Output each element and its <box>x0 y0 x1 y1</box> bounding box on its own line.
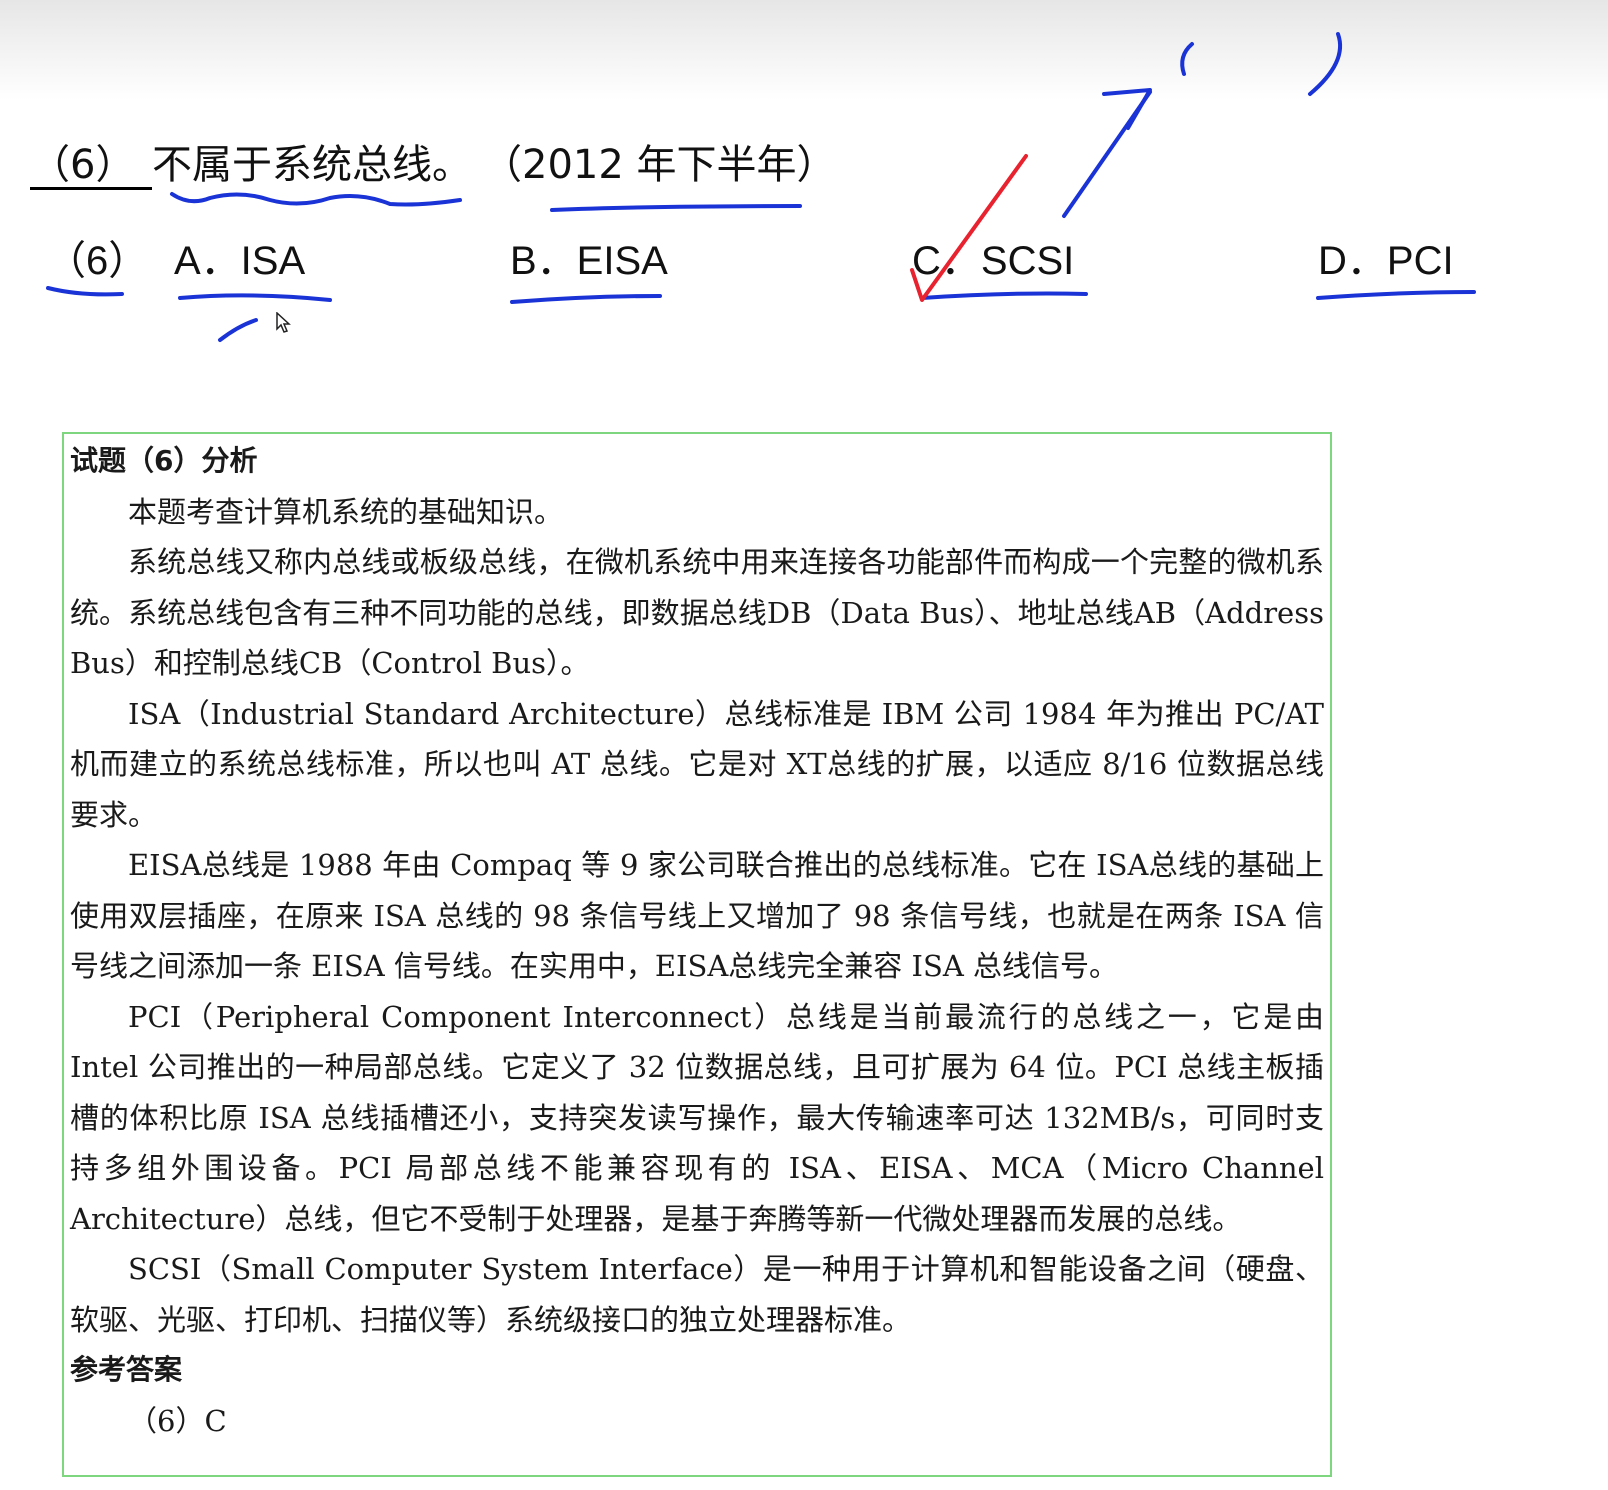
arrow-line <box>1062 90 1152 218</box>
underline-options-number <box>46 286 124 297</box>
option-b[interactable]: B．EISA <box>510 228 668 286</box>
underline-option-a <box>178 293 332 302</box>
analysis-box: 试题（6）分析 本题考查计算机系统的基础知识。 系统总线又称内总线或板级总线，在… <box>62 432 1332 1477</box>
option-d[interactable]: D．PCI <box>1318 228 1454 286</box>
analysis-paragraph-1: 本题考查计算机系统的基础知识。 <box>128 494 564 529</box>
underline-option-c <box>920 291 1088 300</box>
option-c[interactable]: C．SCSI <box>912 228 1074 286</box>
top-shade <box>0 0 1608 100</box>
question-text: 不属于系统总线。 <box>152 142 472 188</box>
analysis-paragraph-4: EISA总线是 1988 年由 Compaq 等 9 家公司联合推出的总线标准。… <box>70 848 1324 983</box>
underline-option-d <box>1316 290 1476 300</box>
underline-option-b <box>510 294 662 304</box>
mouse-cursor-icon <box>276 312 291 333</box>
analysis-paragraph-2: 系统总线又称内总线或板级总线，在微机系统中用来连接各功能部件而构成一个完整的微机… <box>70 545 1324 680</box>
options-number: （6） <box>46 239 149 283</box>
option-a[interactable]: A．ISA <box>174 228 305 286</box>
answer-heading: 参考答案 <box>70 1353 183 1386</box>
dash-under-option-a <box>218 318 258 342</box>
options-row: （6） A．ISA B．EISA C．SCSI D．PCI <box>0 228 1608 284</box>
question-number: （6） <box>30 143 152 190</box>
underline-year <box>550 204 802 212</box>
question-year: （2012 年下半年） <box>502 142 837 188</box>
underline-question-text <box>170 192 462 207</box>
analysis-heading: 试题（6）分析 <box>70 444 258 477</box>
question-line: （6） 不属于系统总线。 （2012 年下半年） <box>30 140 837 190</box>
analysis-paragraph-6: SCSI（Small Computer System Interface）是一种… <box>70 1252 1324 1337</box>
answer-text: （6）C <box>128 1403 227 1438</box>
analysis-paragraph-5: PCI（Peripheral Component Interconnect）总线… <box>70 999 1324 1236</box>
analysis-paragraph-3: ISA（Industrial Standard Architecture）总线标… <box>70 696 1324 832</box>
